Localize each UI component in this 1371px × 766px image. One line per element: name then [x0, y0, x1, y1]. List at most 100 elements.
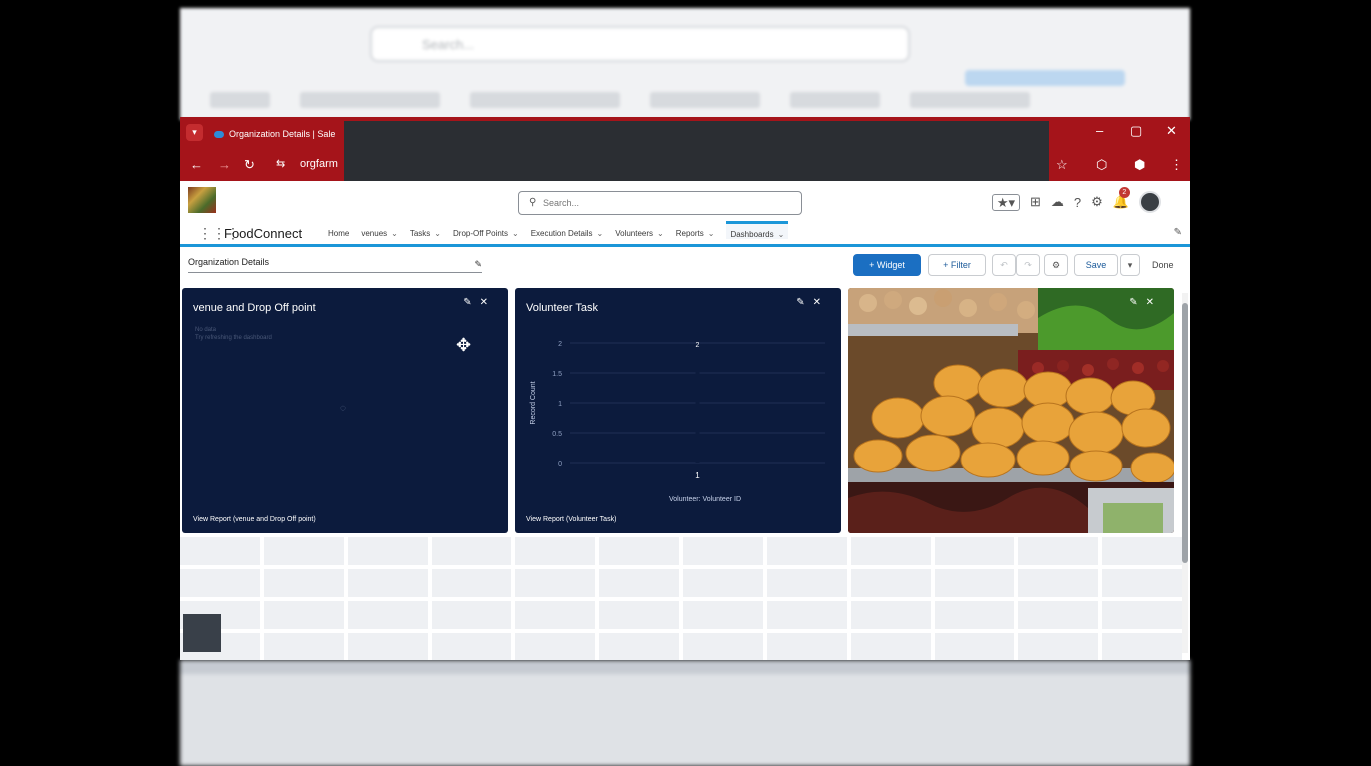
reload-icon[interactable]: ↻	[244, 157, 255, 173]
trailhead-icon[interactable]: ☁	[1051, 194, 1064, 210]
properties-gear-icon[interactable]: ⚙	[1044, 254, 1068, 276]
grid-cell	[934, 569, 1015, 597]
grid-cell	[431, 537, 512, 565]
chevron-down-icon[interactable]: ⌄	[657, 229, 664, 238]
y-tick-label: 1.5	[552, 371, 562, 378]
remove-widget-close-icon[interactable]: ✕	[480, 297, 496, 308]
grid-cell	[180, 569, 260, 597]
favorites-icon[interactable]: ★▾	[992, 193, 1020, 211]
close-window-icon[interactable]: ✕	[1166, 123, 1177, 139]
chevron-down-icon[interactable]: ⌄	[597, 229, 604, 238]
minimize-icon[interactable]: –	[1096, 123, 1103, 138]
edit-name-pencil-icon[interactable]: ✎	[474, 259, 482, 270]
user-avatar[interactable]	[1138, 191, 1161, 213]
redo-icon[interactable]: ↷	[1016, 254, 1040, 276]
extensions-icon[interactable]: ⬡	[1096, 157, 1107, 173]
canvas-grid	[180, 537, 1182, 660]
global-actions-icon[interactable]: ⊞	[1030, 194, 1041, 210]
overlay-square	[183, 614, 221, 652]
scrollbar-thumb[interactable]	[1182, 303, 1188, 563]
grid-cell	[683, 601, 763, 629]
background-app-header: Search...	[180, 8, 1190, 120]
setup-gear-icon[interactable]: ⚙	[1091, 194, 1103, 210]
grid-cell	[180, 537, 260, 565]
maximize-icon[interactable]: ▢	[1130, 123, 1142, 139]
grid-cell	[263, 601, 344, 629]
background-highlight	[965, 70, 1125, 86]
chevron-down-icon[interactable]: ⌄	[512, 229, 519, 238]
remove-widget-close-icon[interactable]: ✕	[1146, 297, 1162, 308]
y-tick-label: 0.5	[552, 431, 562, 438]
x-tick-label: 1	[695, 471, 700, 480]
back-icon[interactable]: ←	[190, 157, 203, 172]
nav-items: Home venues ⌄ Tasks ⌄ Drop-Off Points ⌄ Executi…	[328, 221, 789, 239]
nav-item-volunteers[interactable]: Volunteers ⌄	[615, 229, 664, 239]
chevron-down-icon[interactable]: ⌄	[708, 229, 715, 238]
save-menu-chevron-down-icon[interactable]: ▾	[1120, 254, 1140, 276]
nav-item-execution-details[interactable]: Execution Details ⌄	[531, 229, 604, 239]
site-settings-icon[interactable]: ⇆	[276, 157, 285, 170]
widget-venue-drop-off[interactable]: venue and Drop Off point ✎✕ No data Try …	[182, 288, 508, 533]
y-axis-label: Record Count	[530, 381, 537, 424]
edit-nav-icon[interactable]: ✎	[1174, 227, 1182, 238]
grid-cell	[1102, 601, 1182, 629]
edit-widget-pencil-icon[interactable]: ✎	[463, 297, 479, 308]
url-text[interactable]: orgfarm	[300, 158, 338, 170]
y-tick-label: 1	[558, 401, 562, 408]
chevron-down-icon[interactable]: ⌄	[391, 229, 398, 238]
nav-item-dashboards[interactable]: Dashboards ⌄	[726, 221, 789, 239]
help-icon[interactable]: ?	[1074, 195, 1081, 210]
notifications-bell-icon[interactable]: 🔔 2	[1113, 187, 1130, 210]
done-button[interactable]: Done	[1152, 260, 1174, 270]
nav-item-home[interactable]: Home	[328, 229, 349, 239]
chevron-down-icon[interactable]: ⌄	[434, 229, 441, 238]
food-photo-illustration	[848, 288, 1174, 533]
global-search-input[interactable]: ⚲ Search...	[518, 191, 802, 215]
widget-controls: ✎✕	[1129, 297, 1162, 308]
profile-extension-icon[interactable]: ⬢	[1134, 157, 1145, 173]
remove-widget-close-icon[interactable]: ✕	[813, 297, 829, 308]
x-axis-label: Volunteer: Volunteer ID	[669, 496, 741, 503]
nav-item-drop-off-points[interactable]: Drop-Off Points ⌄	[453, 229, 519, 239]
grid-cell	[515, 569, 596, 597]
add-widget-button[interactable]: + Widget	[853, 254, 921, 276]
org-logo[interactable]	[188, 187, 216, 213]
edit-widget-pencil-icon[interactable]: ✎	[796, 297, 812, 308]
dashboard-canvas: venue and Drop Off point ✎✕ No data Try …	[180, 283, 1182, 660]
browser-menu-icon[interactable]: ⋮	[1170, 157, 1183, 173]
grid-cell	[766, 569, 847, 597]
bookmark-star-icon[interactable]: ☆	[1056, 157, 1068, 173]
undo-icon[interactable]: ↶	[992, 254, 1016, 276]
grid-cell	[347, 633, 428, 660]
data-label: 2	[696, 342, 700, 349]
save-button[interactable]: Save	[1074, 254, 1118, 276]
view-report-link[interactable]: View Report (Volunteer Task)	[526, 516, 616, 523]
chevron-down-icon[interactable]: ⌄	[778, 230, 785, 239]
grid-cell	[1018, 569, 1099, 597]
nav-item-reports[interactable]: Reports ⌄	[676, 229, 715, 239]
view-report-link[interactable]: View Report (venue and Drop Off point)	[193, 516, 316, 523]
tab-search-icon[interactable]: ▾	[186, 124, 203, 141]
nav-item-label: Execution Details	[530, 229, 593, 238]
nav-item-label: Dashboards	[730, 230, 774, 239]
browser-tab[interactable]: Organization Details | Sale	[208, 123, 348, 145]
app-header: ⚲ Search... ★▾ ⊞ ☁ ? ⚙ 🔔 2	[180, 181, 1190, 221]
grid-cell	[599, 537, 679, 565]
grid-cell	[683, 537, 763, 565]
grid-cell	[766, 537, 847, 565]
y-tick-label: 0	[558, 461, 562, 468]
grid-cell	[263, 569, 344, 597]
grid-cell	[1018, 601, 1099, 629]
grid-cell	[599, 633, 679, 660]
dashboard-name-field[interactable]: Organization Details ✎	[188, 257, 482, 273]
grid-cell	[347, 537, 428, 565]
widget-controls: ✎✕	[796, 297, 829, 308]
forward-icon[interactable]: →	[218, 157, 231, 172]
widget-volunteer-task[interactable]: Volunteer Task ✎✕ 2 1.5 1 0.5 0 Record Count V…	[515, 288, 841, 533]
grid-cell	[1102, 569, 1182, 597]
add-filter-button[interactable]: + Filter	[928, 254, 986, 276]
vertical-scrollbar[interactable]	[1182, 293, 1188, 653]
nav-item-tasks[interactable]: Tasks ⌄	[410, 229, 441, 239]
edit-widget-pencil-icon[interactable]: ✎	[1129, 297, 1145, 308]
nav-item-venues[interactable]: venues ⌄	[361, 229, 398, 239]
